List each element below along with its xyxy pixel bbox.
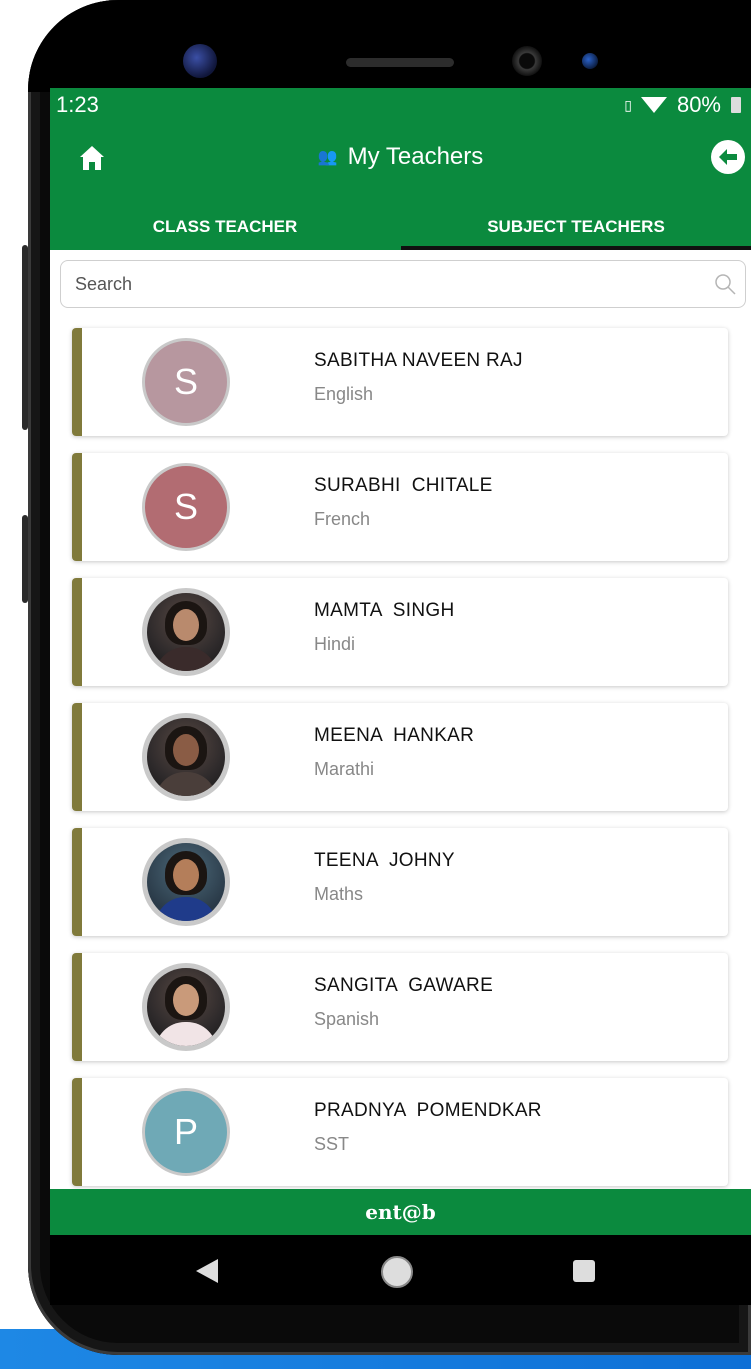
- teacher-card[interactable]: TEENA JOHNY Maths: [72, 828, 728, 936]
- search-icon[interactable]: [713, 272, 737, 296]
- teacher-name: MAMTA SINGH: [314, 600, 455, 621]
- card-accent-bar: [72, 828, 82, 936]
- vibrate-icon: ▯: [624, 96, 632, 113]
- teacher-subject: SST: [314, 1134, 350, 1154]
- teacher-card[interactable]: MAMTA SINGH Hindi: [72, 578, 728, 686]
- search-input[interactable]: [61, 261, 677, 307]
- teacher-subject: English: [314, 384, 374, 404]
- teacher-subject: Maths: [314, 884, 364, 904]
- android-nav-bar: [50, 1235, 751, 1305]
- teacher-subject: French: [314, 509, 371, 529]
- status-time: 1:23: [56, 92, 99, 117]
- front-camera-icon: [183, 44, 217, 78]
- footer-brand: ent@b: [50, 1189, 751, 1235]
- proximity-sensor-icon: [512, 46, 542, 76]
- back-button[interactable]: [711, 140, 745, 174]
- avatar: S: [142, 463, 230, 551]
- teacher-name: PRADNYA POMENDKAR: [314, 1100, 542, 1121]
- tab-class-teacher[interactable]: CLASS TEACHER: [50, 204, 400, 250]
- avatar-initial: P: [173, 1111, 198, 1152]
- page-title-text: My Teachers: [347, 143, 484, 170]
- card-accent-bar: [72, 703, 82, 811]
- avatar-photo: [142, 588, 230, 676]
- avatar-photo: [142, 963, 230, 1051]
- teacher-subject: Spanish: [314, 1009, 380, 1029]
- avatar: S: [142, 338, 230, 426]
- teacher-subject: Hindi: [314, 634, 356, 654]
- teacher-name: SABITHA NAVEEN RAJ: [314, 350, 523, 371]
- wifi-icon: [640, 97, 667, 113]
- avatar: P: [142, 1088, 230, 1176]
- card-accent-bar: [72, 1078, 82, 1186]
- earpiece-speaker: [346, 58, 454, 67]
- battery-icon: [731, 97, 741, 113]
- card-accent-bar: [72, 453, 82, 561]
- card-accent-bar: [72, 328, 82, 436]
- teacher-name: SANGITA GAWARE: [314, 975, 494, 996]
- teacher-name: MEENA HANKAR: [314, 725, 475, 746]
- tab-indicator: [401, 246, 751, 250]
- avatar-photo: [142, 838, 230, 926]
- iris-sensor-icon: [582, 53, 598, 69]
- group-icon: 👥: [317, 149, 338, 166]
- app-header: 👥 My Teachers: [50, 124, 751, 204]
- search-box: [60, 260, 746, 308]
- avatar-photo: [142, 713, 230, 801]
- card-accent-bar: [72, 953, 82, 1061]
- nav-home-icon[interactable]: [381, 1256, 413, 1288]
- phone-top-bezel: [28, 0, 751, 92]
- battery-percent: 80%: [676, 92, 721, 117]
- teacher-card[interactable]: S SURABHI CHITALE French: [72, 453, 728, 561]
- status-bar: 1:23 ▯ 80%: [50, 88, 751, 124]
- phone-frame: 1:23 ▯ 80% 👥 My Teachers CLASS TEACHER S…: [28, 0, 751, 1355]
- app-screen: 1:23 ▯ 80% 👥 My Teachers CLASS TEACHER S…: [50, 88, 751, 1235]
- nav-back-icon[interactable]: [196, 1259, 218, 1283]
- avatar-initial: S: [173, 361, 198, 402]
- avatar-initial: S: [173, 486, 198, 527]
- status-icons: ▯ 80%: [624, 92, 741, 118]
- brand-logo: ent@b: [365, 1200, 436, 1224]
- teacher-subject: Marathi: [314, 759, 375, 779]
- arrow-left-icon: [719, 149, 737, 165]
- nav-recents-icon[interactable]: [573, 1260, 595, 1282]
- card-accent-bar: [72, 578, 82, 686]
- teacher-card[interactable]: SANGITA GAWARE Spanish: [72, 953, 728, 1061]
- teacher-name: SURABHI CHITALE: [314, 475, 493, 496]
- page-title: 👥 My Teachers: [50, 143, 751, 171]
- teacher-card[interactable]: MEENA HANKAR Marathi: [72, 703, 728, 811]
- teacher-card[interactable]: S SABITHA NAVEEN RAJ English: [72, 328, 728, 436]
- tab-subject-teachers[interactable]: SUBJECT TEACHERS: [401, 204, 751, 250]
- teacher-card[interactable]: P PRADNYA POMENDKAR SST: [72, 1078, 728, 1186]
- teacher-name: TEENA JOHNY: [314, 850, 455, 871]
- tab-bar: CLASS TEACHER SUBJECT TEACHERS: [50, 204, 751, 250]
